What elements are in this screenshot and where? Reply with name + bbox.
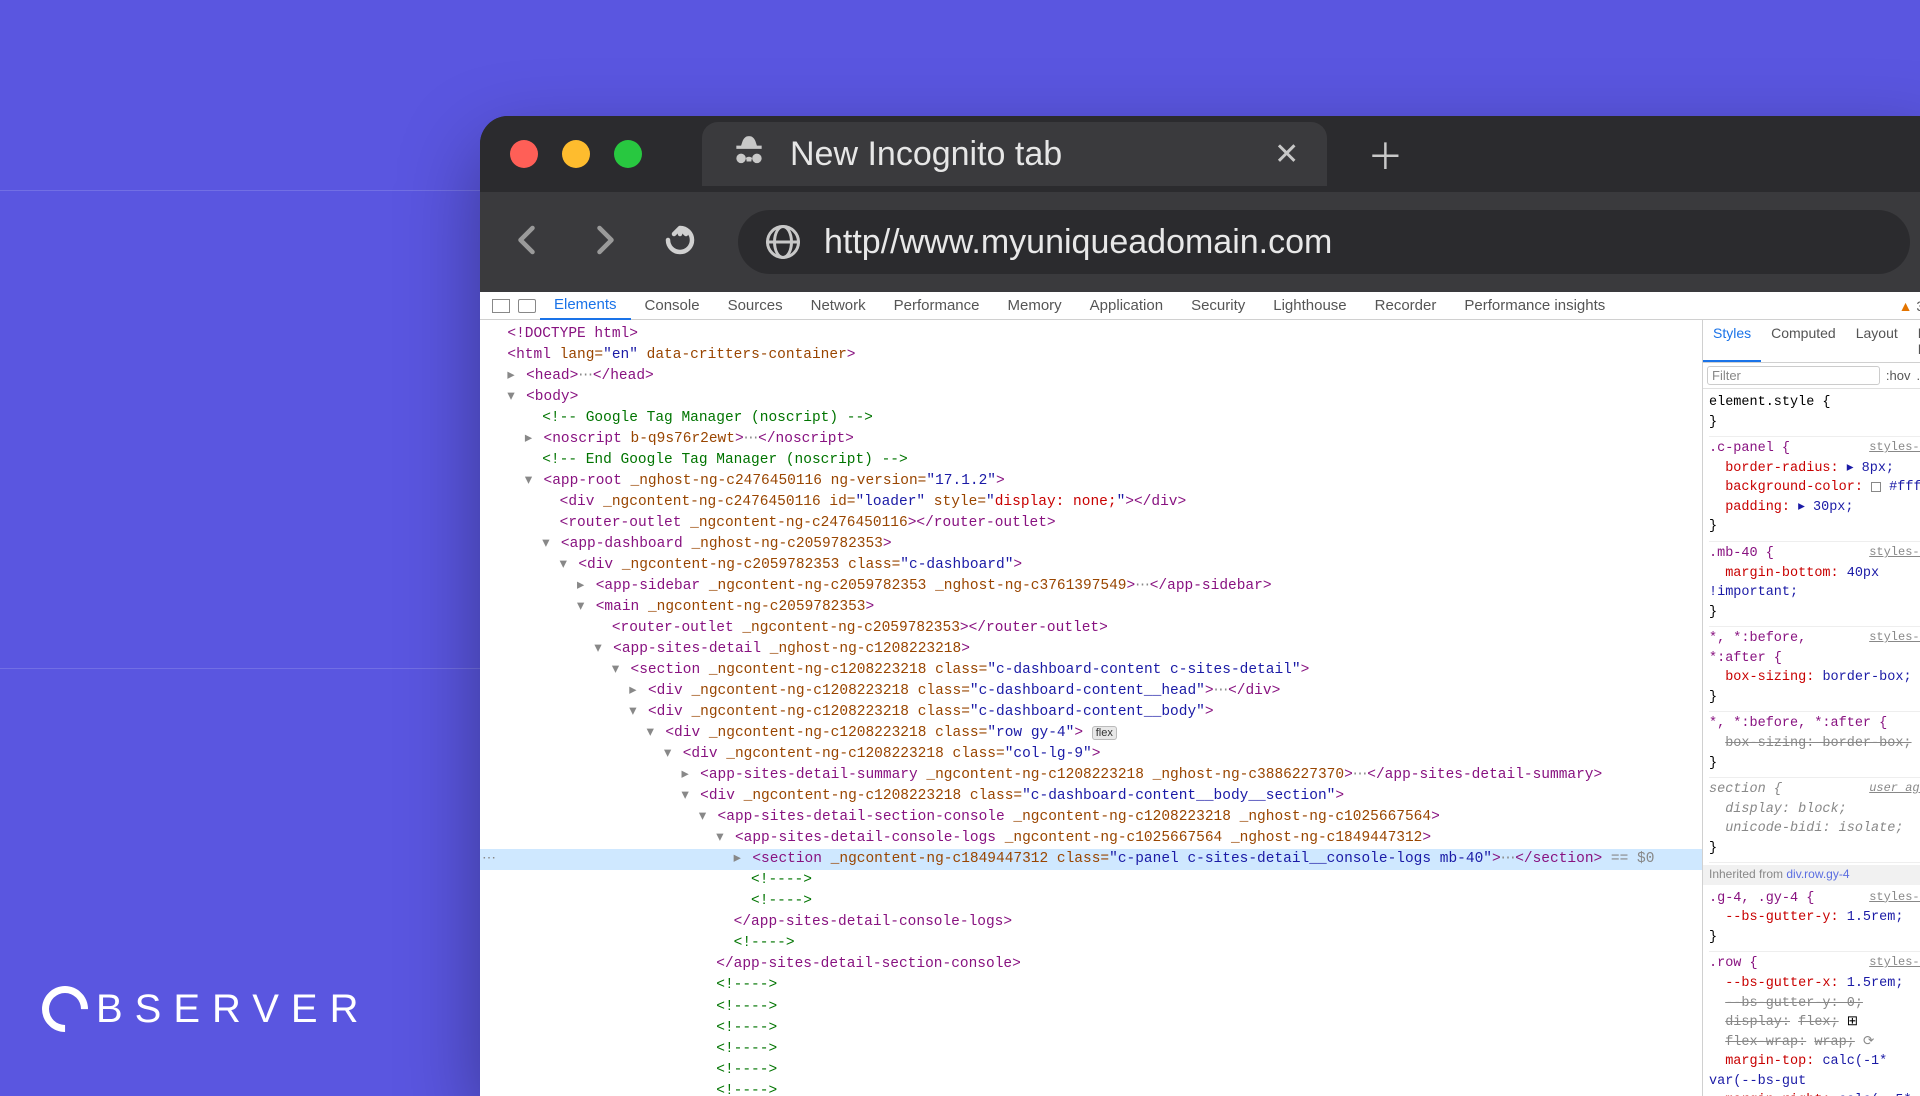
css-rules[interactable]: element.style {} styles-K5.c-panel { bor… — [1703, 389, 1920, 1096]
tab-console[interactable]: Console — [631, 293, 714, 319]
tab-perf-insights[interactable]: Performance insights — [1450, 293, 1619, 319]
tab-sources[interactable]: Sources — [714, 293, 797, 319]
hov-toggle[interactable]: :hov — [1886, 368, 1911, 383]
warning-icon: ▲ — [1899, 298, 1913, 314]
tab-memory[interactable]: Memory — [994, 293, 1076, 319]
tab-elements[interactable]: Elements — [540, 292, 631, 320]
incognito-icon — [730, 133, 768, 176]
tab-lighthouse[interactable]: Lighthouse — [1259, 293, 1360, 319]
dom-tree[interactable]: <!DOCTYPE html> <html lang="en" data-cri… — [480, 320, 1702, 1096]
window-controls — [510, 140, 642, 168]
tab-computed[interactable]: Computed — [1761, 320, 1846, 362]
dom-line[interactable]: <!DOCTYPE html> — [507, 326, 638, 342]
devtools-tabs: Elements Console Sources Network Perform… — [480, 292, 1920, 320]
tab-application[interactable]: Application — [1076, 293, 1177, 319]
browser-toolbar: http//www.myuniqueadomain.com — [480, 192, 1920, 292]
tab-performance[interactable]: Performance — [880, 293, 994, 319]
selected-dom-node[interactable]: ⋯ ▸ <section _ngcontent-ng-c1849447312 c… — [480, 849, 1702, 870]
styles-pane: Styles Computed Layout Event L Filter :h… — [1702, 320, 1920, 1096]
maximize-button[interactable] — [614, 140, 642, 168]
browser-tab[interactable]: New Incognito tab ✕ — [702, 122, 1327, 186]
tab-recorder[interactable]: Recorder — [1361, 293, 1451, 319]
close-button[interactable] — [510, 140, 538, 168]
inspect-element-icon[interactable] — [492, 299, 510, 313]
tab-network[interactable]: Network — [797, 293, 880, 319]
observer-logo: BSERVER — [42, 986, 370, 1032]
reload-button[interactable] — [662, 222, 698, 263]
forward-button[interactable] — [586, 222, 622, 263]
browser-window: New Incognito tab ✕ ＋ http//www.myunique… — [480, 116, 1920, 1096]
tab-layout[interactable]: Layout — [1846, 320, 1908, 362]
url-text: http//www.myuniqueadomain.com — [824, 223, 1332, 262]
tab-title: New Incognito tab — [790, 135, 1062, 174]
flex-badge[interactable]: flex — [1092, 726, 1117, 740]
address-bar[interactable]: http//www.myuniqueadomain.com — [738, 210, 1910, 274]
devtools: Elements Console Sources Network Perform… — [480, 292, 1920, 1096]
globe-icon — [766, 225, 800, 259]
tab-styles[interactable]: Styles — [1703, 320, 1761, 362]
titlebar: New Incognito tab ✕ ＋ — [480, 116, 1920, 192]
logo-mark — [32, 976, 97, 1041]
tab-event[interactable]: Event L — [1908, 320, 1920, 362]
tab-security[interactable]: Security — [1177, 293, 1259, 319]
cls-toggle[interactable]: .cls — [1917, 368, 1920, 383]
styles-tabs: Styles Computed Layout Event L — [1703, 320, 1920, 363]
back-button[interactable] — [510, 222, 546, 263]
new-tab-button[interactable]: ＋ — [1367, 128, 1403, 180]
minimize-button[interactable] — [562, 140, 590, 168]
warning-indicator[interactable]: ▲ 30 — [1899, 298, 1920, 314]
tab-close-icon[interactable]: ✕ — [1274, 137, 1299, 172]
device-toolbar-icon[interactable] — [518, 299, 536, 313]
logo-text: BSERVER — [96, 987, 370, 1032]
styles-filter-input[interactable]: Filter — [1707, 366, 1880, 385]
